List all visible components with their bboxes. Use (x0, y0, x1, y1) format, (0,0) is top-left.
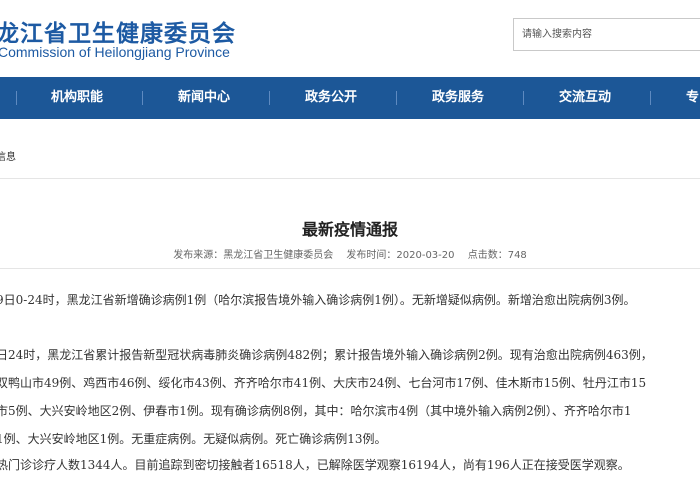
nav-item-org-functions[interactable]: 机构职能 (51, 77, 103, 119)
site-logo-english[interactable]: Commission of Heilongjiang Province (0, 44, 230, 60)
article-paragraph: 热门诊诊疗人数1344人。目前追踪到密切接触者16518人，已解除医学观察161… (0, 458, 630, 472)
nav-item-news-center[interactable]: 新闻中心 (178, 77, 230, 119)
article-publish-time: 发布时间：2020-03-20 (346, 250, 455, 261)
nav-separator (523, 91, 524, 105)
breadcrumb[interactable]: 信息 (0, 148, 16, 163)
nav-separator (142, 91, 143, 105)
nav-separator (396, 91, 397, 105)
article-meta: 发布来源：黑龙江省卫生健康委员会 发布时间：2020-03-20 点击数：748 (0, 246, 700, 261)
nav-separator (269, 91, 270, 105)
article-paragraph: 日24时，黑龙江省累计报告新型冠状病毒肺炎确诊病例482例；累计报告境外输入确诊… (0, 348, 653, 362)
nav-item-gov-services[interactable]: 政务服务 (432, 77, 484, 119)
article-paragraph: 双鸭山市49例、鸡西市46例、绥化市43例、齐齐哈尔市41例、大庆市24例、七台… (0, 376, 647, 390)
nav-item-special[interactable]: 专 (686, 77, 699, 119)
divider (0, 268, 700, 269)
site-logo-chinese[interactable]: 龙江省卫生健康委员会 (0, 14, 236, 48)
nav-item-interaction[interactable]: 交流互动 (559, 77, 611, 119)
article-paragraph: 9日0-24时，黑龙江省新增确诊病例1例（哈尔滨报告境外输入确诊病例1例）。无新… (0, 293, 636, 307)
article-title: 最新疫情通报 (301, 220, 398, 239)
main-nav: 机构职能 新闻中心 政务公开 政务服务 交流互动 专 (0, 77, 700, 119)
nav-separator (16, 91, 17, 105)
article-paragraph: 1例、大兴安岭地区1例。无重症病例。无疑似病例。死亡确诊病例13例。 (0, 432, 387, 446)
divider (0, 178, 700, 179)
nav-item-gov-affairs[interactable]: 政务公开 (305, 77, 357, 119)
search-box (513, 18, 700, 51)
article-view-count: 点击数：748 (467, 250, 527, 261)
site-header: 龙江省卫生健康委员会 Commission of Heilongjiang Pr… (0, 0, 700, 76)
article-source: 发布来源：黑龙江省卫生健康委员会 (173, 250, 334, 261)
nav-separator (650, 91, 651, 105)
search-input[interactable] (514, 19, 700, 50)
article-paragraph: 市5例、大兴安岭地区2例、伊春市1例。现有确诊病例8例，其中：哈尔滨市4例（其中… (0, 404, 632, 418)
